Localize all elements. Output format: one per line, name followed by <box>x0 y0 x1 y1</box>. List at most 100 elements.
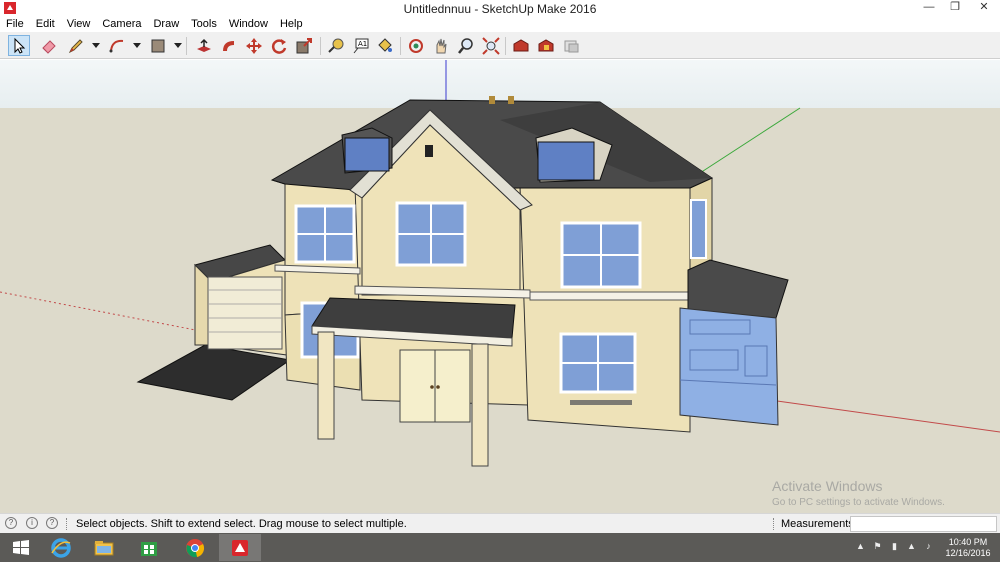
menu-camera[interactable]: Camera <box>96 17 147 32</box>
clock-time: 10:40 PM <box>948 537 988 547</box>
dormer-right-window <box>537 141 595 181</box>
taskbar: ▲ ⚑ ▮ ▲ ♪ 10:40 PM 12/16/2016 <box>0 533 1000 562</box>
menu-view[interactable]: View <box>61 17 97 32</box>
menu-draw[interactable]: Draw <box>147 17 185 32</box>
follow-me-icon <box>223 40 234 51</box>
minimize-button[interactable]: — <box>916 0 942 17</box>
driveway <box>136 344 292 401</box>
measurements-grip <box>773 518 776 530</box>
scale-icon <box>296 37 312 53</box>
volume-icon[interactable]: ♪ <box>923 541 934 552</box>
svg-text:A1: A1 <box>358 40 367 48</box>
measurements-label: Measurements <box>781 518 854 530</box>
toolbar-separator <box>320 37 321 55</box>
push-pull-icon <box>197 38 211 52</box>
credits-icon[interactable]: i <box>26 517 38 529</box>
taskbar-clock[interactable]: 10:40 PM 12/16/2016 <box>940 537 996 559</box>
measurements-input[interactable] <box>850 516 997 532</box>
system-tray: ▲ ⚑ ▮ ▲ ♪ <box>855 541 934 552</box>
taskbar-store-button[interactable] <box>128 534 170 561</box>
close-button[interactable]: ✕ <box>968 0 1000 17</box>
extension-warehouse-tool-button[interactable] <box>535 35 557 56</box>
upper-window-center <box>395 201 467 267</box>
start-button[interactable] <box>0 534 42 561</box>
title-bar: Untitlednnuu - SketchUp Make 2016 — ❐ ✕ <box>0 0 1000 17</box>
upper-window-right <box>560 221 642 289</box>
file-explorer-icon <box>94 540 114 555</box>
status-hint: Select objects. Shift to extend select. … <box>76 518 407 530</box>
follow-me-tool-button[interactable] <box>218 35 240 56</box>
house-model[interactable] <box>0 60 1000 513</box>
menu-window[interactable]: Window <box>223 17 274 32</box>
action-center-icon[interactable]: ⚑ <box>872 541 883 552</box>
menu-file[interactable]: File <box>0 17 30 32</box>
model-viewport[interactable]: Activate Windows Go to PC settings to ac… <box>0 60 1000 513</box>
zoom-extents-tool-button[interactable] <box>480 35 502 56</box>
arc-dropdown-icon[interactable] <box>133 41 141 49</box>
zoom-icon <box>458 37 473 54</box>
menu-help[interactable]: Help <box>274 17 309 32</box>
arc-icon <box>109 39 124 52</box>
door-knob-left <box>430 385 434 389</box>
tray-expand-icon[interactable]: ▲ <box>855 541 866 552</box>
clock-date: 12/16/2016 <box>945 548 991 558</box>
status-bar: ? i ? Select objects. Shift to extend se… <box>0 513 1000 533</box>
push-pull-tool-button[interactable] <box>193 35 215 56</box>
tape-measure-tool-button[interactable] <box>325 35 347 56</box>
text-tool-button[interactable]: A1 <box>350 35 372 56</box>
watermark-title: Activate Windows <box>772 478 883 494</box>
porch-column-left <box>317 331 335 440</box>
toolbar-separator <box>400 37 401 55</box>
internet-explorer-icon <box>51 537 71 558</box>
warehouse-tool-button[interactable] <box>510 35 532 56</box>
rectangle-dropdown-icon[interactable] <box>174 41 182 49</box>
pan-icon <box>436 38 447 53</box>
upper-window-left <box>294 204 356 264</box>
menu-bar: File Edit View Camera Draw Tools Window … <box>0 17 1000 32</box>
network-icon[interactable]: ▲ <box>906 541 917 552</box>
side-window <box>690 199 707 259</box>
sketchup-icon <box>232 539 248 556</box>
extension-roof <box>687 259 789 319</box>
eraser-icon <box>42 39 56 54</box>
battery-icon[interactable]: ▮ <box>889 541 900 552</box>
move-tool-button[interactable] <box>243 35 265 56</box>
move-icon <box>246 37 262 54</box>
toolbar: A1 <box>0 32 1000 59</box>
menu-tools[interactable]: Tools <box>185 17 223 32</box>
taskbar-explorer-button[interactable] <box>83 534 125 561</box>
select-tool-button[interactable] <box>8 35 30 56</box>
taskbar-sketchup-button[interactable] <box>219 534 261 561</box>
instructor-icon[interactable]: ? <box>46 517 58 529</box>
taskbar-ie-button[interactable] <box>40 534 82 561</box>
start-icon <box>13 539 29 555</box>
activation-watermark: Activate Windows Go to PC settings to ac… <box>772 478 945 508</box>
dormer-left-window <box>344 137 390 172</box>
maximize-button[interactable]: ❐ <box>942 0 968 17</box>
orbit-icon <box>409 38 423 53</box>
text-icon: A1 <box>353 38 369 53</box>
warehouse-icon <box>513 38 529 51</box>
zoom-tool-button[interactable] <box>455 35 477 56</box>
arc-tool-button[interactable] <box>106 35 128 56</box>
pan-tool-button[interactable] <box>430 35 452 56</box>
toolbar-separator <box>186 37 187 55</box>
menu-edit[interactable]: Edit <box>30 17 61 32</box>
paint-bucket-tool-button[interactable] <box>374 35 396 56</box>
rectangle-tool-button[interactable] <box>147 35 169 56</box>
pencil-dropdown-icon[interactable] <box>92 41 100 49</box>
pencil-tool-button[interactable] <box>65 35 87 56</box>
store-icon <box>141 541 157 556</box>
orbit-tool-button[interactable] <box>405 35 427 56</box>
taskbar-chrome-button[interactable] <box>174 534 216 561</box>
geo-location-icon[interactable]: ? <box>5 517 17 529</box>
garage-door <box>207 276 283 350</box>
extension-warehouse-icon <box>538 38 554 51</box>
send-to-layout-tool-button[interactable] <box>560 35 582 56</box>
chrome-icon <box>186 538 205 557</box>
status-grip <box>66 518 69 530</box>
rotate-tool-button[interactable] <box>268 35 290 56</box>
scale-tool-button[interactable] <box>293 35 315 56</box>
pencil-icon <box>68 38 83 53</box>
eraser-tool-button[interactable] <box>38 35 60 56</box>
